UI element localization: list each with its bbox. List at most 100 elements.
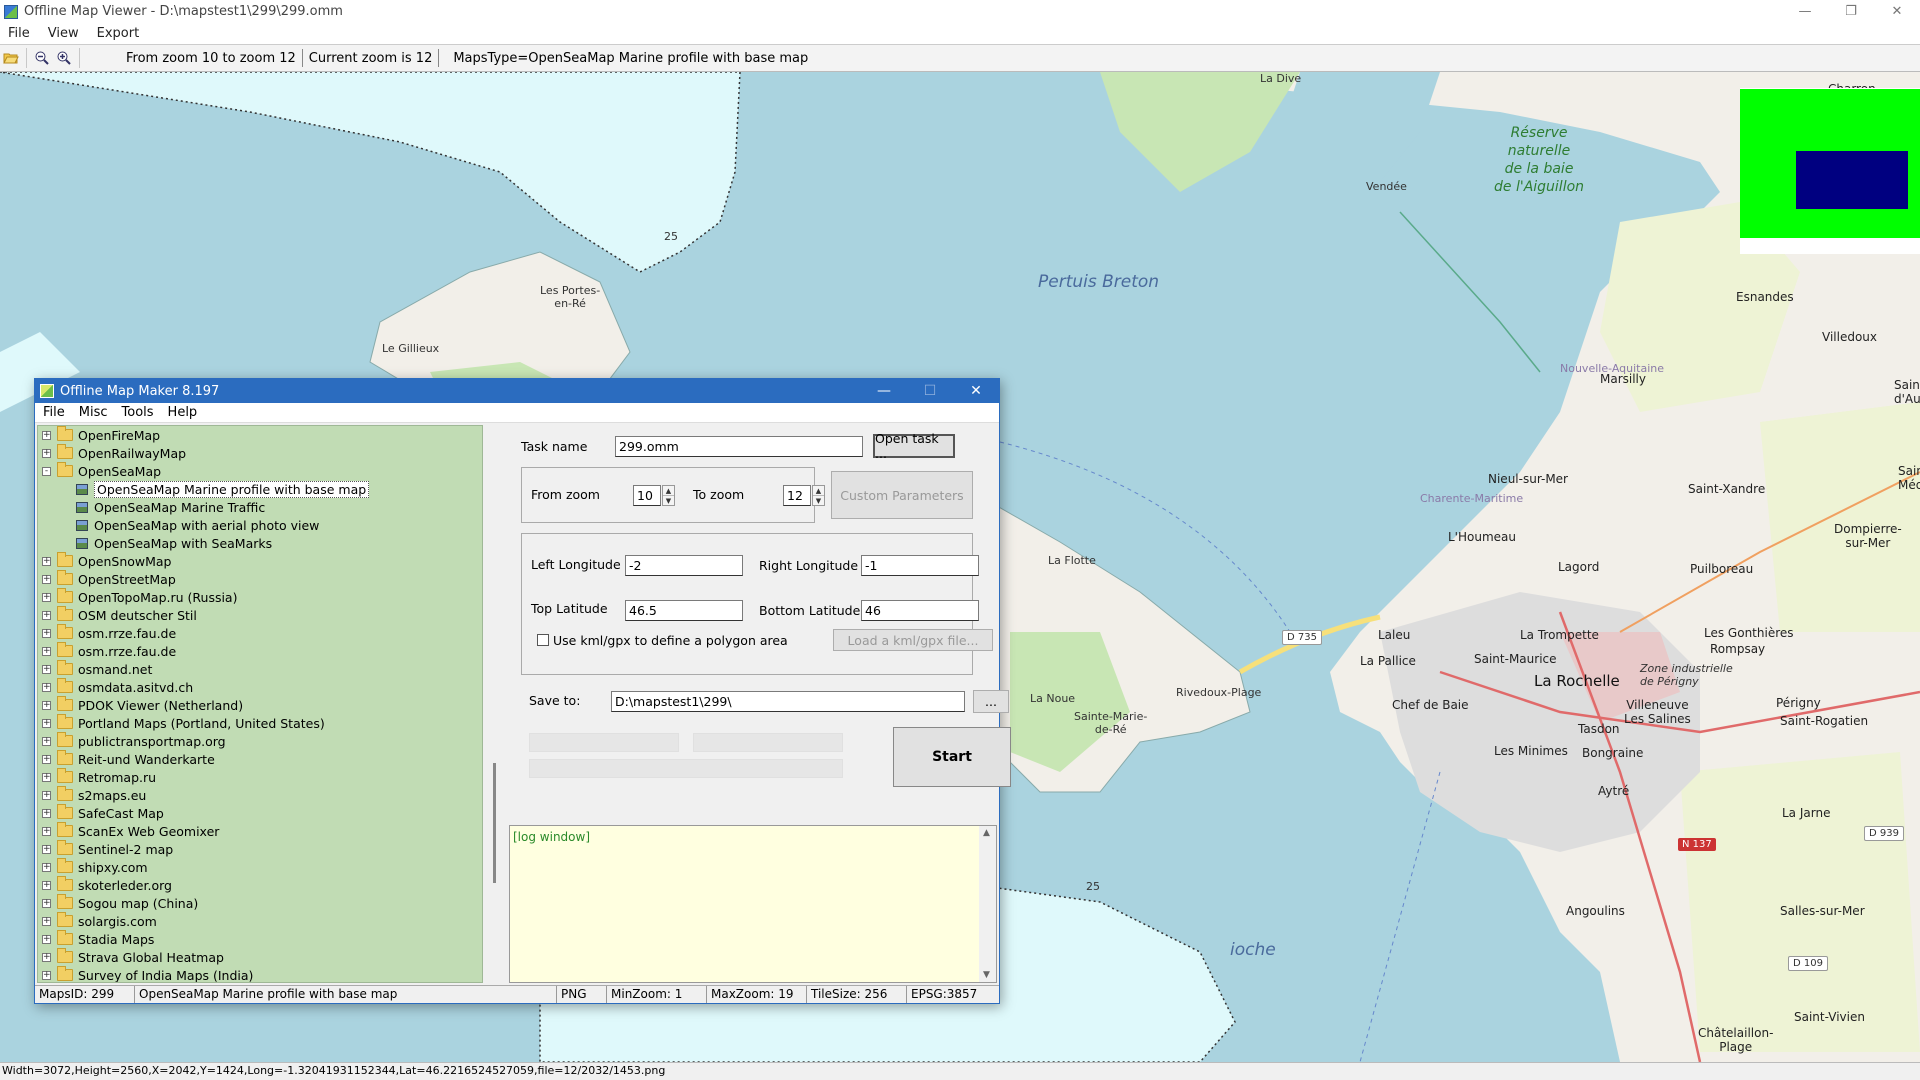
tree-folder-item[interactable]: + osm.rrze.fau.de (38, 642, 482, 660)
expand-icon[interactable]: + (42, 862, 51, 872)
tree-folder-item[interactable]: + osmand.net (38, 660, 482, 678)
expand-icon[interactable]: + (42, 592, 51, 602)
tree-folder-item[interactable]: + osmdata.asitvd.ch (38, 678, 482, 696)
kml-checkbox[interactable] (537, 634, 549, 646)
stepper-down-icon[interactable]: ▼ (813, 496, 824, 505)
expand-icon[interactable]: + (42, 754, 51, 764)
tree-folder-item[interactable]: + solargis.com (38, 912, 482, 930)
dialog-menu-misc[interactable]: Misc (79, 405, 108, 420)
scroll-up-icon[interactable]: ▲ (983, 828, 990, 838)
expand-icon[interactable]: + (42, 826, 51, 836)
tree-folder-item[interactable]: + OpenFireMap (38, 426, 482, 444)
log-scrollbar[interactable]: ▲ ▼ (979, 826, 996, 982)
from-zoom-stepper[interactable]: ▲ ▼ (662, 485, 675, 506)
dialog-menu-file[interactable]: File (43, 405, 65, 420)
minimap-viewport[interactable] (1796, 151, 1908, 209)
zoom-in-icon[interactable] (53, 47, 75, 69)
expand-icon[interactable]: + (42, 430, 51, 440)
start-button[interactable]: Start (893, 727, 1011, 787)
open-task-button[interactable]: Open task ... (873, 431, 955, 461)
expand-icon[interactable]: + (42, 880, 51, 890)
tree-folder-item[interactable]: + shipxy.com (38, 858, 482, 876)
task-name-input[interactable]: 299.omm (615, 436, 863, 457)
to-zoom-stepper[interactable]: ▲ ▼ (812, 485, 825, 506)
tree-folder-item[interactable]: + osm.rrze.fau.de (38, 624, 482, 642)
expand-icon[interactable]: + (42, 790, 51, 800)
tree-folder-item[interactable]: + skoterleder.org (38, 876, 482, 894)
tree-folder-item[interactable]: + Survey of India Maps (India) (38, 966, 482, 982)
save-to-input[interactable]: D:\mapstest1\299\ (611, 691, 965, 712)
expand-icon[interactable]: + (42, 610, 51, 620)
menu-file[interactable]: File (8, 26, 30, 41)
dialog-minimize-button[interactable]: — (861, 379, 907, 403)
tree-folder-item[interactable]: + OpenRailwayMap (38, 444, 482, 462)
tree-folder-item[interactable]: + Sentinel-2 map (38, 840, 482, 858)
expand-icon[interactable]: + (42, 952, 51, 962)
minimize-button[interactable]: — (1782, 0, 1828, 22)
tree-scroll-thumb[interactable] (493, 763, 496, 883)
from-zoom-input[interactable]: 10 (633, 485, 661, 506)
open-folder-icon[interactable] (0, 47, 22, 69)
tree-folder-item[interactable]: + OSM deutscher Stil (38, 606, 482, 624)
map-source-tree[interactable]: + OpenFireMap + OpenRailwayMap - OpenSeaMap Op… (37, 425, 483, 983)
tree-folder-item[interactable]: + Portland Maps (Portland, United States) (38, 714, 482, 732)
expand-icon[interactable]: + (42, 682, 51, 692)
expand-icon[interactable]: + (42, 574, 51, 584)
browse-button[interactable]: ... (973, 690, 1009, 713)
stepper-up-icon[interactable]: ▲ (813, 486, 824, 496)
scroll-down-icon[interactable]: ▼ (983, 970, 990, 980)
tree-leaf-item[interactable]: OpenSeaMap with aerial photo view (38, 516, 482, 534)
tree-folder-item[interactable]: + Reit-und Wanderkarte (38, 750, 482, 768)
expand-icon[interactable]: + (42, 934, 51, 944)
tree-folder-item[interactable]: + Sogou map (China) (38, 894, 482, 912)
expand-icon[interactable]: + (42, 898, 51, 908)
tree-leaf-item[interactable]: OpenSeaMap with SeaMarks (38, 534, 482, 552)
expand-icon[interactable]: + (42, 808, 51, 818)
menu-export[interactable]: Export (97, 26, 140, 41)
tree-folder-item[interactable]: - OpenSeaMap (38, 462, 482, 480)
stepper-down-icon[interactable]: ▼ (663, 496, 674, 505)
tree-folder-item[interactable]: + OpenSnowMap (38, 552, 482, 570)
collapse-icon[interactable]: - (42, 466, 51, 476)
dialog-menu-help[interactable]: Help (168, 405, 198, 420)
tree-folder-item[interactable]: + OpenStreetMap (38, 570, 482, 588)
tree-folder-item[interactable]: + Strava Global Heatmap (38, 948, 482, 966)
expand-icon[interactable]: + (42, 664, 51, 674)
minimap[interactable] (1740, 88, 1920, 238)
tree-leaf-item[interactable]: OpenSeaMap Marine Traffic (38, 498, 482, 516)
tree-folder-item[interactable]: + ScanEx Web Geomixer (38, 822, 482, 840)
right-longitude-input[interactable]: -1 (861, 555, 979, 576)
bottom-latitude-input[interactable]: 46 (861, 600, 979, 621)
expand-icon[interactable]: + (42, 736, 51, 746)
expand-icon[interactable]: + (42, 448, 51, 458)
top-latitude-input[interactable]: 46.5 (625, 600, 743, 621)
stepper-up-icon[interactable]: ▲ (663, 486, 674, 496)
dialog-menu-tools[interactable]: Tools (122, 405, 154, 420)
tree-folder-item[interactable]: + Stadia Maps (38, 930, 482, 948)
expand-icon[interactable]: + (42, 646, 51, 656)
expand-icon[interactable]: + (42, 844, 51, 854)
log-window[interactable]: [log window] ▲ ▼ (509, 825, 997, 983)
dialog-close-button[interactable]: ✕ (953, 379, 999, 403)
restore-button[interactable]: ❐ (1828, 0, 1874, 22)
expand-icon[interactable]: + (42, 718, 51, 728)
tree-folder-item[interactable]: + publictransportmap.org (38, 732, 482, 750)
to-zoom-input[interactable]: 12 (783, 485, 811, 506)
tree-folder-item[interactable]: + Retromap.ru (38, 768, 482, 786)
tree-leaf-item[interactable]: OpenSeaMap Marine profile with base map (38, 480, 482, 498)
expand-icon[interactable]: + (42, 556, 51, 566)
tree-folder-item[interactable]: + s2maps.eu (38, 786, 482, 804)
expand-icon[interactable]: + (42, 700, 51, 710)
expand-icon[interactable]: + (42, 970, 51, 980)
expand-icon[interactable]: + (42, 628, 51, 638)
close-button[interactable]: ✕ (1874, 0, 1920, 22)
tree-folder-item[interactable]: + PDOK Viewer (Netherland) (38, 696, 482, 714)
zoom-out-icon[interactable] (31, 47, 53, 69)
tree-folder-item[interactable]: + SafeCast Map (38, 804, 482, 822)
tree-folder-item[interactable]: + OpenTopoMap.ru (Russia) (38, 588, 482, 606)
tree-scrollbar[interactable] (485, 425, 505, 983)
left-longitude-input[interactable]: -2 (625, 555, 743, 576)
expand-icon[interactable]: + (42, 772, 51, 782)
menu-view[interactable]: View (48, 26, 79, 41)
expand-icon[interactable]: + (42, 916, 51, 926)
